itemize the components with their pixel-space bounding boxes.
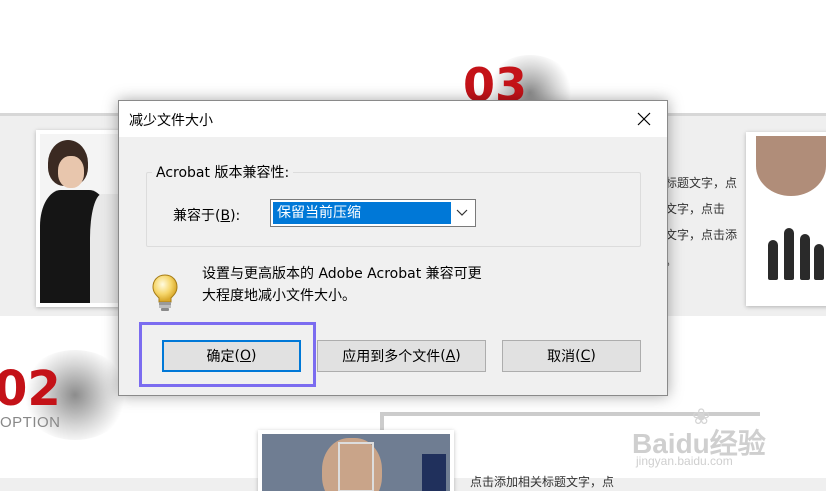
bottom-body-text: 点击添加相关标题文字，点 xyxy=(470,475,615,489)
photo-businesswoman xyxy=(36,130,122,307)
dialog-titlebar[interactable]: 减少文件大小 xyxy=(119,101,667,137)
close-icon xyxy=(637,112,651,126)
lightbulb-icon xyxy=(152,274,178,311)
photo-chess-pieces xyxy=(746,132,826,306)
section-number-02: 02 xyxy=(0,361,61,417)
option-caption: OPTION xyxy=(0,414,61,431)
chevron-down-icon xyxy=(456,209,468,216)
compat-label: 兼容于(B): xyxy=(173,208,241,224)
dialog-title: 减少文件大小 xyxy=(129,113,213,129)
ok-button[interactable]: 确定(O) xyxy=(162,340,301,372)
group-legend: Acrobat 版本兼容性: xyxy=(152,162,294,182)
close-button[interactable] xyxy=(621,101,667,137)
compatibility-dropdown[interactable]: 保留当前压缩 xyxy=(270,199,476,227)
apply-to-multiple-files-button[interactable]: 应用到多个文件(A) xyxy=(317,340,486,372)
reduce-file-size-dialog: 减少文件大小 Acrobat 版本兼容性: 兼容于(B): 保留当前压缩 设置与… xyxy=(118,100,668,396)
right-body-text: 标题文字，点 文字，点击 文字，点击添 。 xyxy=(665,176,738,268)
dropdown-selected-value: 保留当前压缩 xyxy=(273,202,451,224)
cancel-button[interactable]: 取消(C) xyxy=(502,340,641,372)
watermark-sub: jingyan.baidu.com xyxy=(636,454,733,468)
info-message: 设置与更高版本的 Adobe Acrobat 兼容可更 大程度地减小文件大小。 xyxy=(202,266,482,304)
photo-businessman xyxy=(258,430,454,491)
